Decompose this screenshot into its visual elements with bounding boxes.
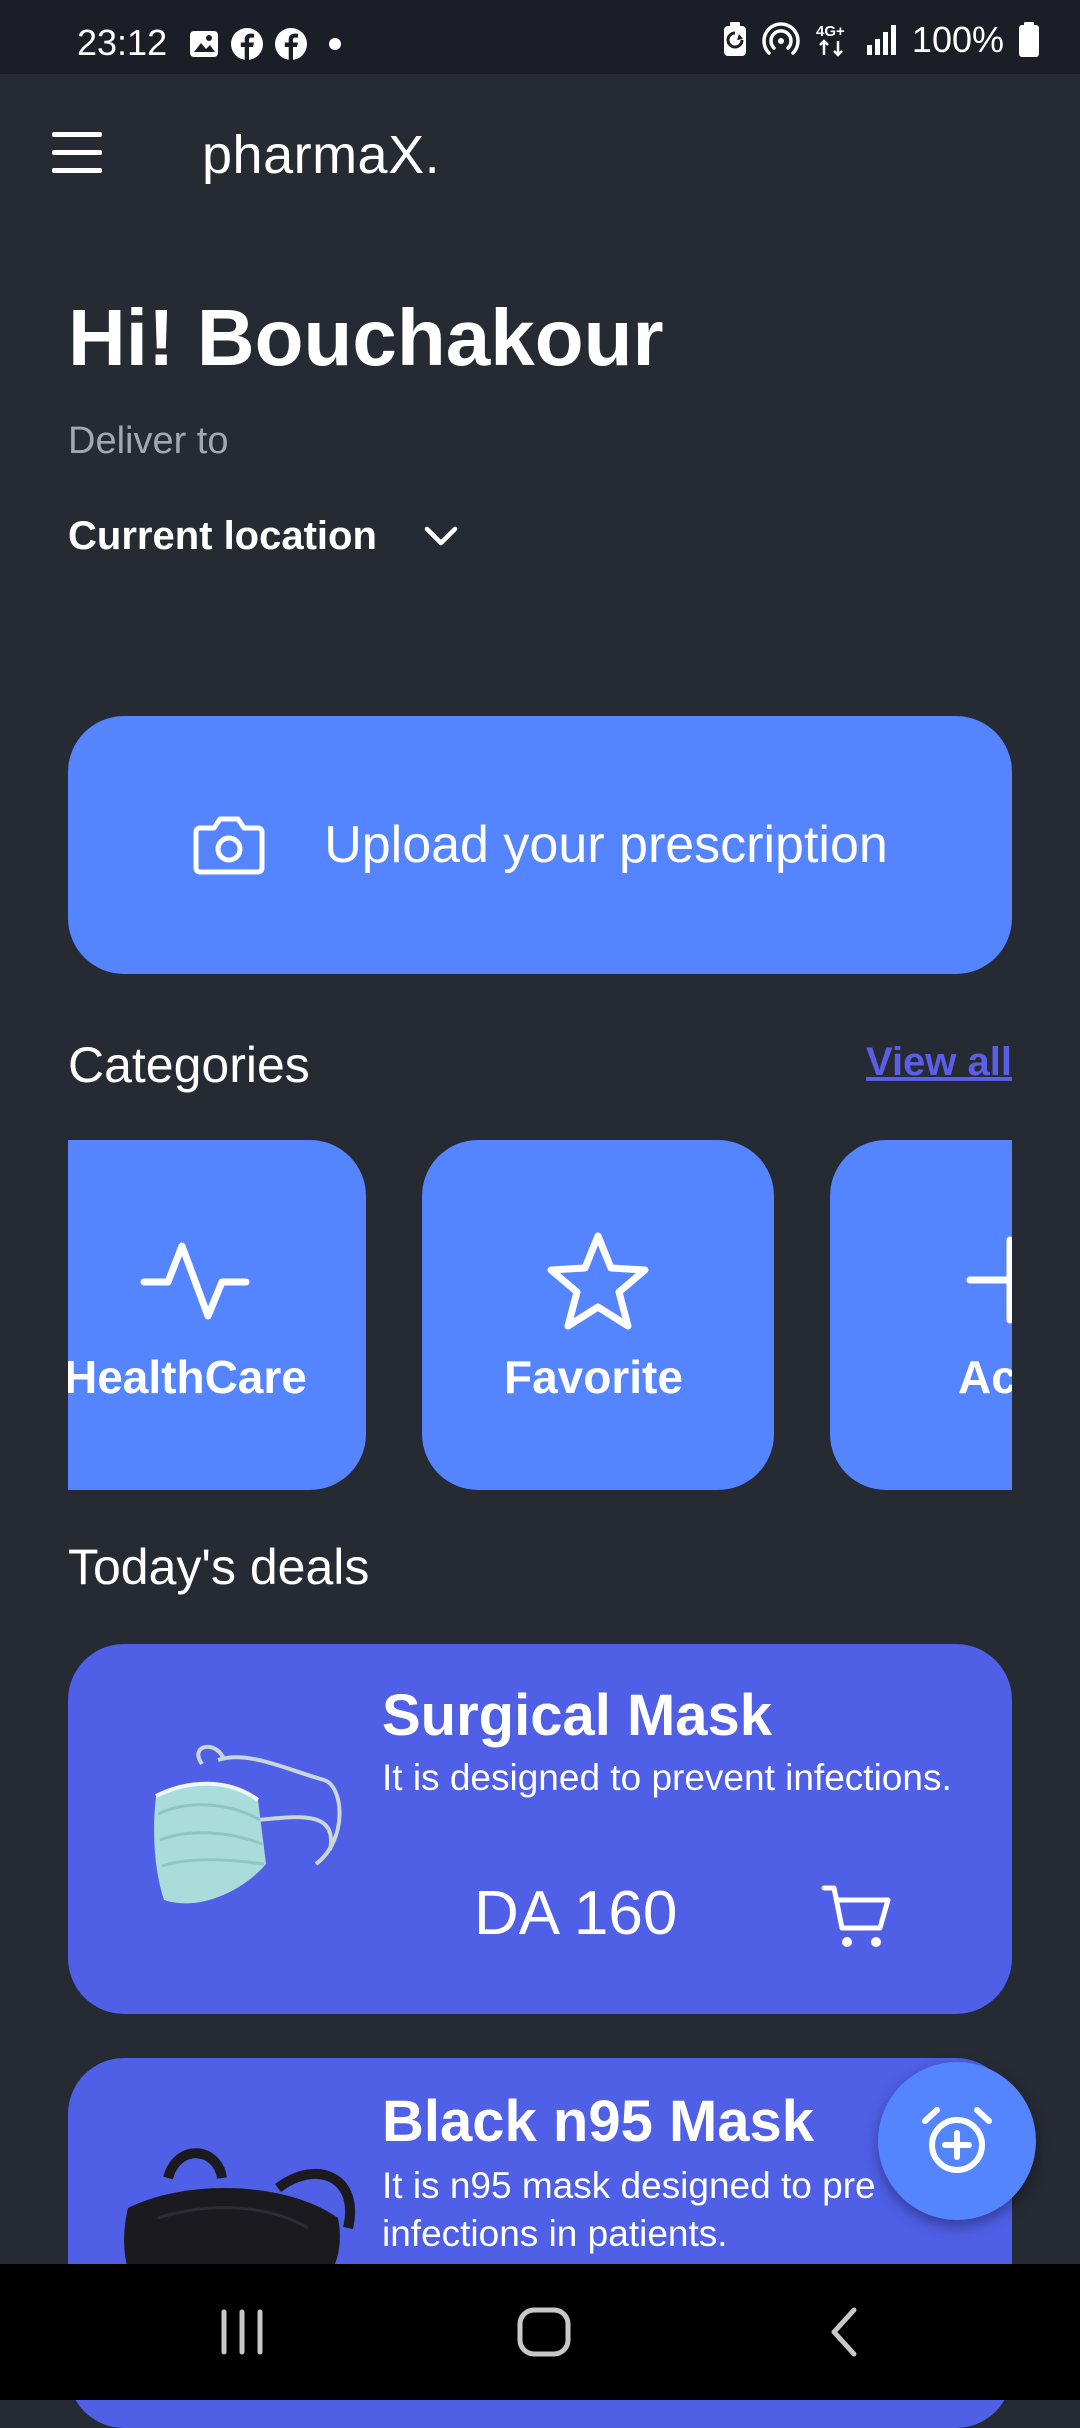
deal-card-surgical-mask[interactable]: Surgical Mask It is designed to prevent … [68,1644,1012,2014]
add-alarm-icon [922,2107,992,2173]
location-selector[interactable]: Current location [68,508,461,564]
dot-icon [329,38,341,50]
deliver-to-label: Deliver to [68,420,229,462]
deal-name: Black n95 Mask [382,2089,815,2154]
hotspot-icon [762,22,800,55]
svg-text:4G+: 4G+ [816,23,845,40]
greeting-heading: Hi! Bouchakour [68,293,664,382]
heartbeat-icon [140,1242,250,1320]
upload-prescription-label: Upload your prescription [324,816,888,874]
location-value: Current location [68,513,377,558]
hamburger-menu-icon [52,132,102,137]
facebook-icon [275,28,307,60]
battery-percentage: 100% [911,19,1004,60]
back-icon[interactable] [820,2302,870,2362]
app-title: pharmaX. [202,125,441,185]
status-system-icons: 4G+ 100% [722,19,1040,60]
todays-deals-heading: Today's deals [68,1539,370,1595]
chevron-down-icon [424,526,458,546]
deal-description: It is designed to prevent infections. [382,1757,952,1798]
deal-name: Surgical Mask [382,1683,773,1748]
home-icon[interactable] [512,2302,576,2362]
add-to-cart-icon[interactable] [820,1880,894,1954]
status-bar: 23:12 4G+ 100% [0,0,1080,74]
deal-description: It is n95 mask designed to pre infection… [382,2165,876,2254]
categories-carousel[interactable]: HealthCare Favorite Ac [68,1140,1012,1492]
4g-icon: 4G+ [816,23,845,57]
gallery-icon [190,31,218,57]
category-card-favorite[interactable]: Favorite [422,1140,774,1490]
category-label: Ac [958,1351,1012,1403]
category-card-healthcare[interactable]: HealthCare [68,1140,366,1490]
category-card-add[interactable]: Ac [830,1140,1012,1490]
battery-icon [1019,22,1039,57]
category-label: Favorite [504,1351,683,1403]
status-time: 23:12 [77,22,168,63]
battery-saver-icon [723,22,746,56]
system-navigation-bar [0,2264,1080,2400]
camera-icon [193,816,265,875]
categories-heading: Categories [68,1037,310,1093]
add-alarm-fab[interactable] [878,2062,1036,2220]
view-all-link[interactable]: View all [866,1040,1012,1085]
app-bar: pharmaX. [0,74,1080,234]
signal-icon [866,25,896,55]
hamburger-menu-button[interactable] [40,126,118,182]
plus-icon [966,1236,1012,1324]
deal-price: DA 160 [474,1879,678,1948]
upload-prescription-button[interactable]: Upload your prescription [68,716,1012,974]
status-notification-icons [188,26,352,62]
surgical-mask-image [154,1744,342,1904]
category-label: HealthCare [68,1351,307,1403]
recent-apps-icon[interactable] [212,2302,272,2362]
facebook-icon [231,28,263,60]
star-icon [547,1232,649,1330]
